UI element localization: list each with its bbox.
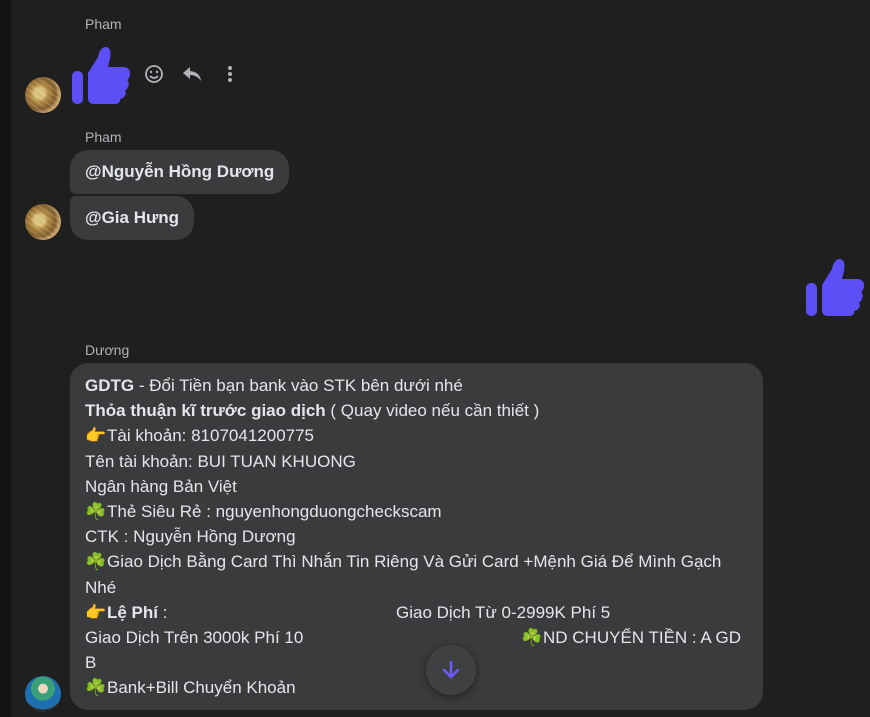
text: Tài khoản: 8107041200775 [107, 426, 315, 446]
text: Giao Dịch Từ 0-2999K Phí 5 [396, 602, 611, 622]
pointing-hand-emoji-icon: 👉 [85, 602, 107, 622]
message-bubble[interactable]: GDTG - Đổi Tiền bạn bank vào STK bên dướ… [70, 363, 763, 710]
text: Giao Dịch Bằng Card Thì Nhắn Tin Riêng V… [107, 552, 722, 572]
more-vertical-icon[interactable] [219, 63, 241, 85]
scroll-to-bottom-button[interactable] [426, 645, 476, 695]
message-actions [143, 63, 241, 85]
bold-text: GDTG [85, 376, 135, 395]
arrow-down-icon [442, 660, 460, 679]
shamrock-emoji-icon: ☘️ [85, 678, 107, 698]
message-line: ☘️Thẻ Siêu Rẻ : nguyenhongduongcheckscam [85, 499, 748, 524]
pointing-hand-emoji-icon: 👉 [85, 426, 107, 446]
message-line: ☘️Bank+Bill Chuyển Khoản [85, 675, 748, 700]
text: Thẻ Siêu Rẻ : nguyenhongduongcheckscam [107, 502, 442, 522]
shamrock-emoji-icon: ☘️ [85, 502, 107, 522]
text: : [158, 602, 168, 622]
reply-icon[interactable] [181, 63, 203, 85]
message-line: Ngân hàng Bản Việt [85, 476, 237, 496]
shamrock-emoji-icon: ☘️ [521, 628, 543, 648]
thumbs-up-icon [804, 255, 866, 322]
message-line: GDTG - Đổi Tiền bạn bank vào STK bên dướ… [85, 373, 748, 398]
avatar[interactable] [25, 204, 61, 240]
bold-text: Lệ Phí [107, 602, 159, 622]
message-bubble[interactable]: @Gia Hưng [70, 196, 195, 240]
message-line: Giao Dịch Trên 3000k Phí 10 ☘️ND CHUYỂN T… [85, 625, 748, 650]
message-line: ☘️Giao Dịch Bằng Card Thì Nhắn Tin Riêng… [85, 549, 748, 574]
message-bubble[interactable]: @Nguyễn Hồng Dương [70, 150, 290, 194]
message-line: 👉Tài khoản: 8107041200775 [85, 423, 748, 448]
sender-name: Pham [85, 16, 122, 32]
sender-name: Pham [85, 129, 122, 145]
text: Bank+Bill Chuyển Khoản [107, 678, 296, 698]
text: ND CHUYỂN TIỀN : A GD [543, 628, 742, 648]
sender-name: Dương [85, 342, 130, 358]
sidebar-edge [0, 0, 11, 717]
message-line: B [85, 653, 97, 673]
emoji-icon[interactable] [143, 63, 165, 85]
avatar[interactable] [25, 676, 61, 712]
message-line: Tên tài khoản: BUI TUAN KHUONG [85, 451, 356, 471]
text: Giao Dịch Trên 3000k Phí 10 [85, 628, 304, 648]
message-line: Thỏa thuận kĩ trước giao dịch ( Quay vid… [85, 398, 748, 423]
thumbs-up-icon [70, 43, 132, 110]
avatar[interactable] [25, 77, 61, 113]
message-line: Nhé [85, 577, 117, 597]
shamrock-emoji-icon: ☘️ [85, 552, 107, 572]
message-line: CTK : Nguyễn Hồng Dương [85, 527, 296, 547]
text: - Đổi Tiền bạn bank vào STK bên dưới nhé [134, 376, 463, 395]
message-line: 👉Lệ Phí : Giao Dịch Từ 0-2999K Phí 5 [85, 600, 748, 625]
bold-text: Thỏa thuận kĩ trước giao dịch [85, 401, 326, 421]
text: ( Quay video nếu cần thiết ) [325, 401, 540, 421]
